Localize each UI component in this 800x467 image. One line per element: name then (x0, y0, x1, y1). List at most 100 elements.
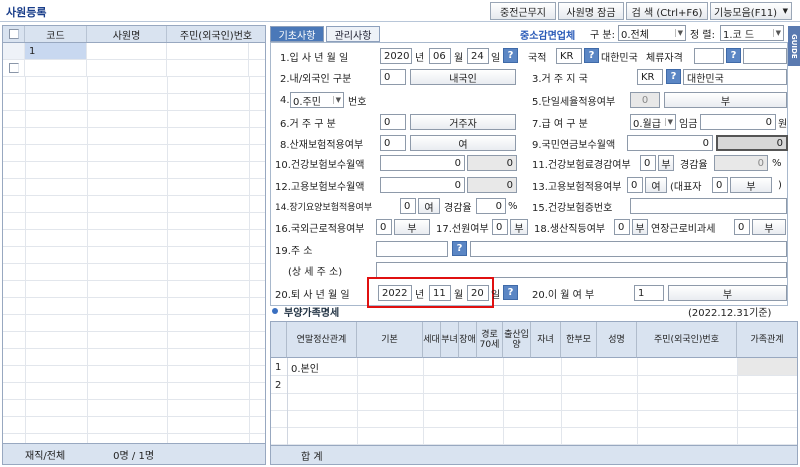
help-icon[interactable]: ? (666, 69, 681, 84)
long-term-care-code[interactable]: 0 (400, 198, 416, 214)
chevron-down-icon: ▼ (772, 29, 781, 37)
foreigner-code-input[interactable]: 0 (380, 69, 406, 85)
carryover-code[interactable]: 1 (634, 285, 664, 301)
industrial-insurance-value[interactable]: 여 (410, 135, 516, 151)
col-disabled[interactable]: 장애 (459, 322, 477, 358)
col-name[interactable]: 사원명 (87, 26, 167, 42)
help-icon[interactable]: ? (726, 48, 741, 63)
overseas-work-value[interactable]: 부 (394, 219, 430, 235)
foreigner-value-button[interactable]: 내국인 (410, 69, 516, 85)
resign-day-input[interactable]: 20 (467, 285, 489, 301)
row-code: 1 (25, 43, 87, 59)
employment-apply-code[interactable]: 0 (627, 177, 643, 193)
table-row[interactable]: 1 (3, 43, 265, 60)
col-single-parent[interactable]: 한부모 (561, 322, 597, 358)
help-icon[interactable]: ? (584, 48, 599, 63)
total-row: 합 계 (271, 445, 797, 464)
col-relation[interactable]: 연말정산관계 (287, 322, 357, 358)
table-row[interactable]: 1 0.본인 (271, 358, 797, 376)
employee-name-lock-button[interactable]: 사원명 잠금 (558, 2, 624, 20)
row-relation[interactable]: 0.본인 (291, 359, 319, 375)
employment-apply-value[interactable]: 여 (645, 177, 667, 193)
detail-address-input[interactable] (376, 262, 787, 278)
guide-tab[interactable]: GUIDE (788, 26, 800, 66)
foreigner-label: 2.내/외국인 구분 (280, 73, 352, 85)
tab-basic[interactable]: 기초사항 (270, 26, 324, 42)
col-name[interactable]: 성명 (597, 322, 637, 358)
hire-day-input[interactable]: 24 (467, 48, 489, 64)
production-worker-label: 18.생산직등여부 (534, 223, 606, 235)
function-menu-button[interactable]: 기능모음(F11) ▼ (710, 2, 792, 20)
wage-label: 임금 (679, 118, 698, 130)
residence-type-input[interactable]: 0 (380, 114, 406, 130)
resign-month-input[interactable]: 11 (429, 285, 451, 301)
health-reduction-code[interactable]: 0 (640, 155, 656, 171)
help-icon[interactable]: ? (452, 241, 467, 256)
pay-type-label: 7.급 여 구 분 (532, 118, 588, 130)
pension-amount[interactable]: 0 (716, 135, 788, 151)
col-ssn[interactable]: 주민(외국인)번호 (637, 322, 737, 358)
production-worker-code[interactable]: 0 (614, 219, 630, 235)
month-unit: 월 (454, 289, 464, 301)
residence-country-input[interactable]: KR (637, 69, 663, 85)
residence-type-value[interactable]: 거주자 (410, 114, 516, 130)
health-reduction-value[interactable]: 부 (658, 155, 674, 171)
health-reduction-label: 11.건강보험료경감여부 (532, 159, 631, 171)
col-ssn[interactable]: 주민(외국인)번호 (167, 26, 265, 42)
health-insurance-label: 10.건강보험보수월액 (275, 159, 365, 171)
ltc-rate-input[interactable]: 0 (476, 198, 506, 214)
sort-select[interactable]: 1.코 드 ▼ (720, 25, 784, 41)
help-icon[interactable]: ? (503, 285, 518, 300)
id-type-select[interactable]: 0.주민 ▼ (290, 92, 344, 108)
nationality-code-input[interactable]: KR (556, 48, 582, 64)
production-worker-value[interactable]: 부 (632, 219, 648, 235)
col-elderly[interactable]: 경로70세 (477, 322, 503, 358)
stay-status-input[interactable] (694, 48, 724, 64)
zipcode-input[interactable] (376, 241, 448, 257)
tab-management[interactable]: 관리사항 (326, 26, 380, 42)
id-type-prefix: 4. (280, 94, 290, 106)
table-row[interactable] (3, 60, 265, 77)
health-insurance-input[interactable]: 0 (380, 155, 465, 171)
col-female[interactable]: 부녀 (441, 322, 459, 358)
id-number-input[interactable] (377, 92, 517, 108)
col-family-relation[interactable]: 가족관계 (737, 322, 797, 358)
gubun-label: 구 분: (590, 29, 615, 41)
overtime-value[interactable]: 부 (752, 219, 786, 235)
industrial-insurance-input[interactable]: 0 (380, 135, 406, 151)
wage-input[interactable]: 0 (700, 114, 776, 130)
col-basic[interactable]: 기본 (357, 322, 423, 358)
grid-line (637, 358, 638, 445)
employment-insurance-amount: 0 (467, 177, 517, 193)
overtime-code[interactable]: 0 (734, 219, 750, 235)
seafarer-value[interactable]: 부 (510, 219, 528, 235)
table-row[interactable]: 2 (271, 376, 797, 394)
health-card-input[interactable] (630, 198, 787, 214)
gubun-select[interactable]: 0.전체 ▼ (618, 25, 686, 41)
carryover-value[interactable]: 부 (668, 285, 787, 301)
representative-value[interactable]: 부 (730, 177, 772, 193)
seafarer-code[interactable]: 0 (492, 219, 508, 235)
representative-label: (대표자 (670, 181, 702, 193)
col-code[interactable]: 코드 (25, 26, 87, 42)
hire-month-input[interactable]: 06 (429, 48, 451, 64)
col-birth[interactable]: 출산입양 (503, 322, 531, 358)
hire-year-input[interactable]: 2020 (380, 48, 412, 64)
employment-insurance-input[interactable]: 0 (380, 177, 465, 193)
address-input[interactable] (470, 241, 787, 257)
pay-type-select[interactable]: 0.월급 ▼ (630, 114, 676, 130)
help-icon[interactable]: ? (503, 48, 518, 63)
year-unit: 년 (415, 52, 425, 64)
col-children[interactable]: 자녀 (531, 322, 561, 358)
single-tax-value[interactable]: 부 (664, 92, 787, 108)
long-term-care-value[interactable]: 여 (418, 198, 440, 214)
pension-input[interactable]: 0 (627, 135, 713, 151)
row-checkbox[interactable] (8, 63, 19, 73)
search-button[interactable]: 검 색 (Ctrl+F6) (626, 2, 708, 20)
select-all-checkbox[interactable] (3, 26, 25, 42)
prev-workplace-button[interactable]: 중전근무지 (490, 2, 556, 20)
representative-code[interactable]: 0 (712, 177, 728, 193)
col-household[interactable]: 세대 (423, 322, 441, 358)
resign-year-input[interactable]: 2022 (378, 285, 412, 301)
overseas-work-code[interactable]: 0 (376, 219, 392, 235)
